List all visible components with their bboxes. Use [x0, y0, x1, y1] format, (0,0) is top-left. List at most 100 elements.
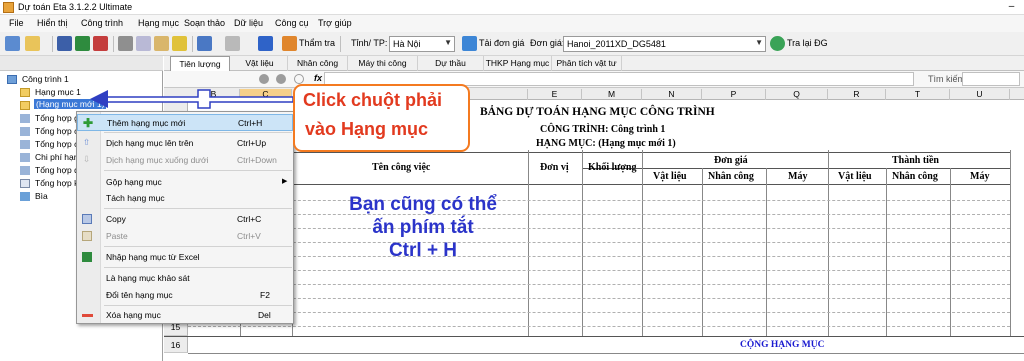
new-icon[interactable] [5, 36, 20, 51]
row-number-15[interactable]: 15 [164, 322, 188, 336]
refresh-icon[interactable] [770, 36, 785, 51]
tree-item-hang-muc-1[interactable]: Hạng mục 1 [35, 87, 81, 97]
folder-icon [20, 101, 30, 110]
arrow-down-icon: ⇩ [83, 154, 91, 164]
callout-line-2: vào Hạng mục [305, 119, 429, 139]
col-header-u[interactable]: U [950, 89, 1010, 100]
folder-icon [20, 88, 30, 97]
tree-item-chi-phi[interactable]: Chi phí hạn [35, 152, 78, 162]
ctx-them-hang-muc-moi[interactable]: ✚ Thêm hạng mục mới Ctrl+H [77, 114, 293, 131]
col-header-m[interactable]: M [582, 89, 642, 100]
tree-item-tong-hop-c2[interactable]: Tổng hợp c [35, 139, 78, 149]
save-icon[interactable] [57, 36, 72, 51]
run-icon[interactable] [258, 36, 273, 51]
header-nhan-cong-1: Nhân công [708, 171, 754, 182]
menu-file[interactable]: File [9, 18, 24, 28]
ctx-doi-ten[interactable]: Đổi tên hạng mục F2 [77, 287, 293, 304]
sheet-icon [20, 114, 30, 123]
don-gia-select[interactable]: Hanoi_2011XD_DG5481 ▼ [563, 36, 766, 52]
ctx-nhap-tu-excel[interactable]: Nhập hạng mục từ Excel [77, 249, 293, 266]
tab-phan-tich-vat-tu[interactable]: Phân tích vật tư [552, 56, 622, 71]
tree-item-tong-hop-g[interactable]: Tổng hợp g [35, 113, 79, 123]
ctx-gop-hang-muc[interactable]: Gộp hạng mục ▶ [77, 174, 293, 191]
menu-tro-giup[interactable]: Trợ giúp [318, 18, 352, 28]
row-number-16[interactable]: 16 [164, 337, 188, 353]
header-vat-lieu-1: Vật liệu [653, 171, 687, 182]
menu-cong-trinh[interactable]: Công trình [81, 18, 123, 28]
tree-item-cong-trinh[interactable]: Công trình 1 [22, 74, 69, 84]
window-title: Dự toán Eta 3.1.2.2 Ultimate [18, 2, 133, 12]
header-may-1: Máy [788, 171, 808, 182]
copy-icon [82, 214, 92, 224]
tab-du-thau[interactable]: Dự thầu [418, 56, 484, 71]
ctx-tach-hang-muc[interactable]: Tách hạng mục [77, 190, 293, 207]
province-label: Tỉnh/ TP: [351, 38, 388, 48]
sheet-icon [20, 127, 30, 136]
tree-item-tong-hop-d[interactable]: Tổng hợp đ [35, 165, 79, 175]
hint-line-3: Ctrl + H [388, 240, 458, 261]
open-folder-icon[interactable] [25, 36, 40, 51]
tham-tra-icon[interactable] [282, 36, 297, 51]
tab-nhan-cong[interactable]: Nhân công [288, 56, 348, 71]
province-select[interactable]: Hà Nội ▼ [389, 36, 455, 52]
menu-cong-cu[interactable]: Công cụ [275, 18, 309, 28]
menu-du-lieu[interactable]: Dữ liệu [234, 18, 263, 28]
project-icon [7, 75, 17, 84]
menu-soan-thao[interactable]: Soạn thảo [184, 18, 225, 28]
tab-tien-luong[interactable]: Tiên lượng [170, 56, 230, 71]
search-input[interactable] [962, 72, 1020, 86]
tree-item-tong-hop-k[interactable]: Tổng hợp k [35, 178, 78, 188]
function-icon[interactable] [294, 74, 304, 84]
download-icon[interactable] [462, 36, 477, 51]
tab-thkp-hang-muc[interactable]: THKP Hạng mục [484, 56, 552, 71]
tham-tra-button[interactable]: Thẩm tra [299, 38, 335, 48]
ctx-hang-muc-khao-sat[interactable]: Là hạng mục khảo sát [77, 270, 293, 287]
ctx-xoa-hang-muc[interactable]: Xóa hạng mục Del [77, 307, 293, 324]
header-thanh-tien: Thành tiền [892, 155, 939, 166]
don-gia-label: Đơn giá: [530, 38, 565, 48]
excel-icon[interactable] [75, 36, 90, 51]
tree-header [0, 56, 163, 71]
confirm-icon[interactable] [276, 74, 286, 84]
header-may-2: Máy [970, 171, 990, 182]
ctx-dich-len-tren[interactable]: ⇧ Dịch hạng mục lên trên Ctrl+Up [77, 135, 293, 152]
header-don-vi: Đơn vị [540, 162, 569, 173]
add-icon: ✚ [83, 116, 94, 130]
pointer-arrow [90, 89, 294, 109]
col-header-n[interactable]: N [642, 89, 702, 100]
tab-vat-lieu[interactable]: Vật liệu [232, 56, 288, 71]
excel-icon [82, 252, 92, 262]
tra-lai-button[interactable]: Tra lại ĐG [787, 38, 828, 48]
search-label: Tìm kiếm [928, 74, 965, 84]
col-header-e[interactable]: E [528, 89, 582, 100]
redo-icon[interactable] [225, 36, 240, 51]
col-header-t[interactable]: T [886, 89, 950, 100]
menu-bar: File Hiển thị Công trình Hạng mục Soạn t… [0, 15, 1024, 32]
pdf-icon[interactable] [93, 36, 108, 51]
tai-don-gia-button[interactable]: Tải đơn giá [479, 38, 524, 48]
cancel-icon[interactable] [259, 74, 269, 84]
minimize-button[interactable]: – [999, 0, 1024, 15]
menu-hang-muc[interactable]: Hạng mục [138, 18, 179, 28]
paste-icon[interactable] [154, 36, 169, 51]
col-header-r[interactable]: R [828, 89, 886, 100]
ctx-copy[interactable]: Copy Ctrl+C [77, 211, 293, 228]
undo-icon[interactable] [197, 36, 212, 51]
copy-icon[interactable] [136, 36, 151, 51]
format-brush-icon[interactable] [172, 36, 187, 51]
cut-icon[interactable] [118, 36, 133, 51]
total-label: CỘNG HẠNG MỤC [740, 340, 825, 350]
tree-item-tong-hop-c1[interactable]: Tổng hợp c [35, 126, 78, 136]
tree-item-bia[interactable]: Bìa [35, 191, 48, 201]
col-header-p[interactable]: P [702, 89, 766, 100]
sheet-title: BẢNG DỰ TOÁN HẠNG MỤC CÔNG TRÌNH [480, 106, 715, 118]
title-bar: Dự toán Eta 3.1.2.2 Ultimate – [0, 0, 1024, 15]
paste-icon [82, 231, 92, 241]
context-menu: ✚ Thêm hạng mục mới Ctrl+H ⇧ Dịch hạng mụ… [76, 111, 294, 324]
ctx-paste[interactable]: Paste Ctrl+V [77, 228, 293, 245]
instruction-callout: Click chuột phải vào Hạng mục [293, 84, 470, 152]
menu-hien-thi[interactable]: Hiển thị [37, 18, 68, 28]
col-header-q[interactable]: Q [766, 89, 828, 100]
ctx-dich-xuong-duoi[interactable]: ⇩ Dịch hạng mục xuống dưới Ctrl+Down [77, 152, 293, 169]
tab-may-thi-cong[interactable]: Máy thi công [348, 56, 418, 71]
